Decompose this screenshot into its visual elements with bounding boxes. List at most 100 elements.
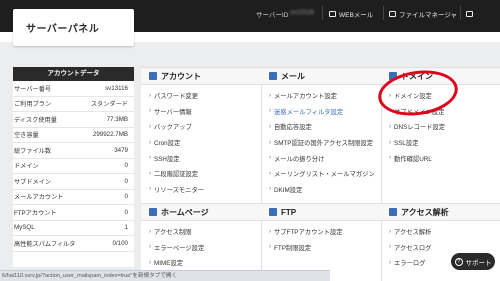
homepage-menu-item[interactable]: › アクセス制限 — [149, 224, 261, 240]
account-menu-item[interactable]: › サーバー情報 — [149, 104, 261, 120]
file-manager-button[interactable]: ファイルマネージャ — [389, 8, 457, 19]
menu-item-label: SSH設定 — [154, 155, 180, 163]
chevron-right-icon: › — [149, 123, 151, 130]
server-id-value: sv13116 — [290, 9, 315, 16]
menu-item-label: SSL設定 — [394, 140, 419, 148]
account-menu-item[interactable]: › バックアップ — [149, 119, 261, 135]
account-data-value: sv13116 — [105, 84, 128, 92]
server-id-label: サーバーID — [256, 12, 289, 19]
chevron-right-icon: › — [389, 244, 391, 251]
account-data-value: 3479 — [114, 146, 128, 154]
section-ftp: FTP › サブFTPアカウント設定 › FTP制限設定 — [261, 203, 381, 255]
menu-item-label: アクセスログ — [394, 244, 432, 252]
menu-item-label: DNSレコード設定 — [394, 124, 446, 132]
analytics-menu-item[interactable]: › アクセス解析 — [389, 224, 500, 240]
chevron-right-icon: › — [149, 244, 151, 251]
account-data-label: ドメイン — [14, 163, 39, 171]
domain-menu-item[interactable]: › SSL設定 — [389, 135, 500, 151]
chevron-right-icon: › — [269, 186, 271, 193]
mail-menu-item[interactable]: › 迷惑メールフィルタ設定 — [269, 104, 381, 120]
account-data-row: サブドメイン 0 — [13, 174, 134, 190]
section-header-analytics: アクセス解析 — [381, 203, 500, 221]
homepage-menu-item[interactable]: › エラーページ設定 — [149, 240, 261, 256]
menu-item-label: アクセス制限 — [154, 229, 192, 237]
chart-icon — [389, 208, 397, 216]
domain-menu-item[interactable]: › DNSレコード設定 — [389, 119, 500, 135]
chevron-right-icon: › — [269, 92, 271, 99]
chevron-right-icon: › — [149, 186, 151, 193]
account-data-value: 0 — [124, 162, 128, 170]
account-data-label: メールアカウント — [14, 194, 64, 202]
account-menu-item[interactable]: › リソースモニター — [149, 182, 261, 198]
menu-item-label: DKIM設定 — [274, 186, 303, 194]
account-data-row: ディスク使用量 77.3MB — [13, 112, 134, 128]
webmail-button[interactable]: WEBメール — [329, 8, 373, 19]
account-data-label: ご利用プラン — [14, 101, 52, 109]
mail-menu-item[interactable]: › SMTP認証の国外アクセス制限設定 — [269, 135, 381, 151]
chevron-right-icon: › — [269, 139, 271, 146]
section-title: アクセス解析 — [401, 207, 449, 217]
account-data-row: ドメイン 0 — [13, 159, 134, 174]
menu-item-label: 迷惑メールフィルタ設定 — [274, 108, 344, 116]
home-icon — [149, 208, 157, 216]
chevron-right-icon: › — [269, 123, 271, 130]
mail-menu-item[interactable]: › メーリングリスト・メールマガジン — [269, 166, 381, 182]
section-homepage: ホームページ › アクセス制限 › エラーページ設定 › MIME設定 — [141, 203, 261, 271]
file-manager-label: ファイルマネージャ — [399, 11, 458, 19]
chevron-right-icon: › — [149, 155, 151, 162]
domain-menu-item[interactable]: › 動作確認URL — [389, 150, 500, 166]
divider — [383, 6, 384, 20]
divider — [322, 6, 323, 20]
homepage-menu-item[interactable]: › MIME設定 — [149, 255, 261, 271]
account-data-value: 0/100 — [112, 239, 128, 247]
menu-button[interactable] — [466, 8, 473, 19]
menu-item-label: FTP制限設定 — [274, 244, 312, 252]
ftp-icon — [269, 208, 277, 216]
menu-item-label: Cron設定 — [154, 140, 181, 148]
section-mail: メール › メールアカウント設定 › 迷惑メールフィルタ設定 › 自動応答設定 › SMTP認… — [261, 67, 381, 197]
menu-item-label: 動作確認URL — [394, 155, 432, 163]
chevron-right-icon: › — [269, 170, 271, 177]
mail-menu-item[interactable]: › メールの振り分け — [269, 150, 381, 166]
account-data-row: 空き容量 299922.7MB — [13, 128, 134, 143]
section-account: アカウント › パスワード変更 › サーバー情報 › バックアップ › Cron設定 › SSH設… — [141, 67, 261, 197]
ftp-menu-item[interactable]: › FTP制限設定 — [269, 240, 381, 256]
support-button[interactable]: ? サポート — [451, 253, 495, 270]
menu-item-label: リソースモニター — [154, 186, 205, 194]
menu-item-label: SMTP認証の国外アクセス制限設定 — [274, 140, 374, 148]
chevron-right-icon: › — [269, 108, 271, 115]
section-header-ftp: FTP — [261, 203, 381, 221]
section-title: FTP — [281, 207, 297, 217]
account-data-sidebar: アカウントデータ サーバー番号 sv13116 ご利用プラン スタンダード ディスク使用… — [13, 67, 134, 267]
help-icon: ? — [454, 257, 463, 266]
mail-menu-item[interactable]: › メールアカウント設定 — [269, 88, 381, 104]
panel-logo-box[interactable]: サーバーパネル — [13, 9, 134, 46]
account-data-label: 空き容量 — [14, 132, 39, 140]
chevron-right-icon: › — [269, 155, 271, 162]
chevron-right-icon: › — [389, 123, 391, 130]
chevron-right-icon: › — [389, 228, 391, 235]
account-menu-item[interactable]: › Cron設定 — [149, 135, 261, 151]
chevron-right-icon: › — [389, 155, 391, 162]
account-data-row: MySQL 1 — [13, 221, 134, 236]
account-data-row: FTPアカウント 0 — [13, 205, 134, 221]
account-data-label: 総ファイル数 — [14, 147, 52, 155]
menu-item-label: エラーページ設定 — [154, 244, 205, 252]
account-menu-item[interactable]: › 二段階認証設定 — [149, 166, 261, 182]
folder-icon — [389, 10, 396, 17]
account-data-label: 高性能スパムフィルタ — [14, 240, 76, 248]
ftp-menu-item[interactable]: › サブFTPアカウント設定 — [269, 224, 381, 240]
account-data-value: 1 — [124, 224, 128, 232]
mail-menu-item[interactable]: › 自動応答設定 — [269, 119, 381, 135]
account-data-row: ご利用プラン スタンダード — [13, 97, 134, 112]
section-header-mail: メール — [261, 67, 381, 85]
section-header-homepage: ホームページ — [141, 203, 261, 221]
account-menu-item[interactable]: › パスワード変更 — [149, 88, 261, 104]
chevron-right-icon: › — [389, 139, 391, 146]
sidebar-title: アカウントデータ — [13, 67, 134, 81]
account-menu-item[interactable]: › SSH設定 — [149, 150, 261, 166]
account-icon — [149, 72, 157, 80]
account-data-row: メールアカウント 0 — [13, 190, 134, 205]
menu-item-label: パスワード変更 — [154, 93, 199, 101]
mail-menu-item[interactable]: › DKIM設定 — [269, 182, 381, 198]
